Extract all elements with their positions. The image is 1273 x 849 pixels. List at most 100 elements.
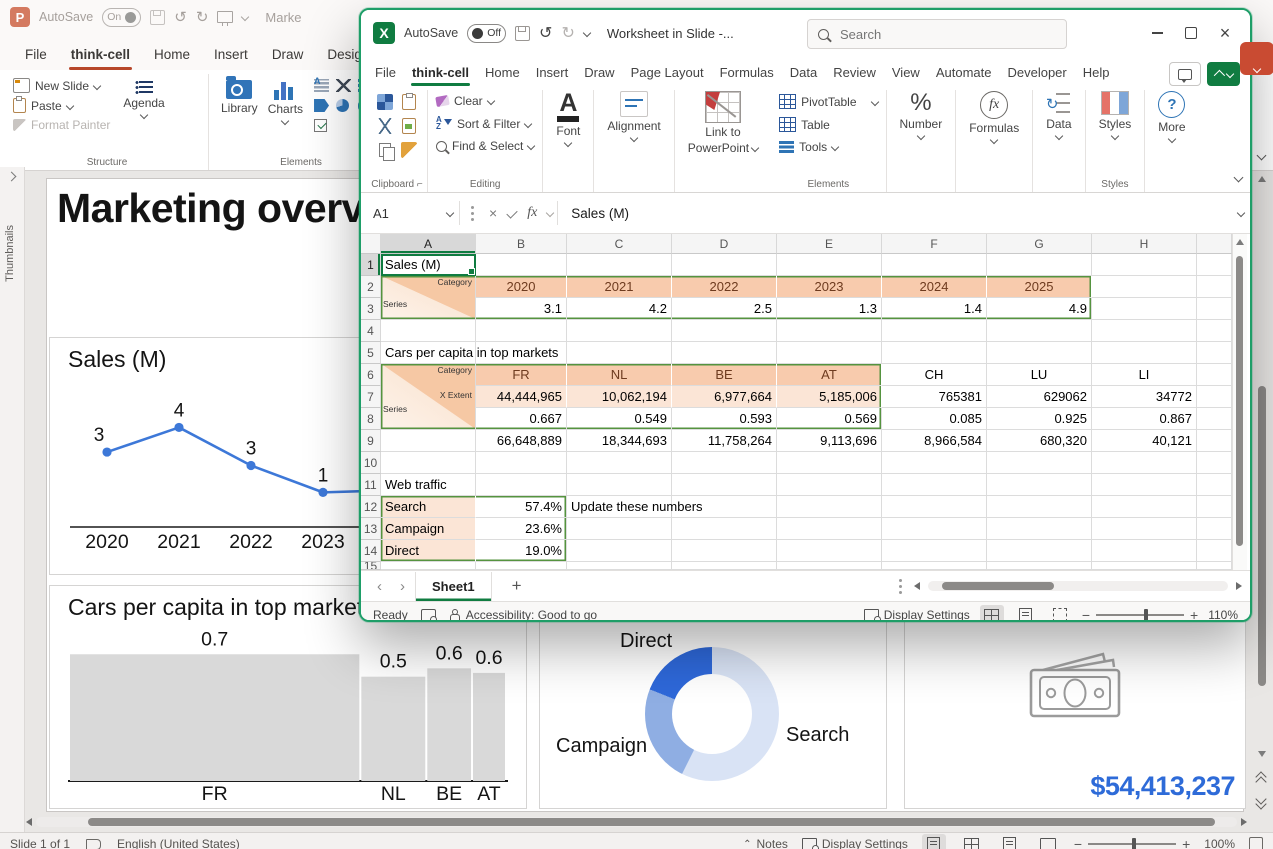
sheetbar-menu-icon[interactable] (899, 585, 902, 588)
column-header-F[interactable]: F (882, 234, 987, 254)
tab-insert[interactable]: Insert (203, 39, 259, 70)
cell-D2[interactable]: 2022 (672, 276, 777, 298)
format-painter-icon[interactable] (401, 142, 417, 158)
tab-formulas[interactable]: Formulas (712, 59, 782, 86)
cell-H14[interactable] (1092, 540, 1197, 562)
cell-F12[interactable] (882, 496, 987, 518)
cell-F2[interactable]: 2024 (882, 276, 987, 298)
ppt-vertical-scrollbar[interactable] (1254, 172, 1270, 831)
quick-access-chevron-icon[interactable] (241, 13, 249, 21)
tab-page-layout[interactable]: Page Layout (623, 59, 712, 86)
cell-C11[interactable] (567, 474, 672, 496)
cell-C13[interactable] (567, 518, 672, 540)
cell-H1[interactable] (1092, 254, 1197, 276)
cell-E4[interactable] (777, 320, 882, 342)
paste-icon[interactable] (402, 94, 416, 110)
styles-button[interactable]: Styles (1094, 91, 1137, 139)
grid-vertical-scrollbar[interactable] (1232, 234, 1247, 570)
cell-H4[interactable] (1092, 320, 1197, 342)
accessibility-status[interactable]: Accessibility: Good to go (449, 608, 597, 622)
format-painter-button[interactable]: Format Painter (13, 118, 110, 132)
previous-slide-button[interactable] (1257, 771, 1267, 785)
ppt-zoom-level[interactable]: 100% (1204, 837, 1235, 849)
undo-icon[interactable]: ↺ (174, 8, 187, 26)
xl-display-settings-button[interactable]: Display Settings (864, 608, 970, 622)
slideshow-icon[interactable] (217, 11, 233, 23)
cell-B9[interactable]: 66,648,889 (476, 430, 567, 452)
page-layout-view-button[interactable] (1014, 605, 1038, 622)
cell-H6[interactable]: LI (1092, 364, 1197, 386)
ppt-share-button[interactable] (1240, 42, 1273, 75)
new-slide-button[interactable]: New Slide (13, 78, 110, 93)
fit-slide-icon[interactable] (1249, 837, 1263, 849)
redo-icon[interactable]: ↻ (196, 8, 209, 26)
cell-D8[interactable]: 0.593 (672, 408, 777, 430)
ppt-zoom-slider[interactable]: − + (1074, 836, 1190, 849)
previous-sheet-icon[interactable]: ‹ (369, 578, 390, 595)
cell-D10[interactable] (672, 452, 777, 474)
name-box[interactable]: A1 (367, 201, 460, 225)
pivottable-button[interactable]: PivotTable (779, 94, 877, 109)
xl-share-button[interactable] (1207, 62, 1240, 86)
slide-sorter-view-button[interactable] (960, 834, 984, 849)
row-header-9[interactable]: 9 (361, 430, 381, 452)
cell-F9[interactable]: 8,966,584 (882, 430, 987, 452)
tab-think-cell[interactable]: think-cell (60, 39, 141, 70)
cell-A13[interactable]: Campaign (381, 518, 476, 540)
cell-F11[interactable] (882, 474, 987, 496)
thumbnails-expand-icon[interactable] (7, 172, 17, 182)
cell-B13[interactable]: 23.6% (476, 518, 567, 540)
cell-G14[interactable] (987, 540, 1092, 562)
maximize-button[interactable] (1174, 18, 1208, 48)
cell-C5[interactable] (567, 342, 672, 364)
add-sheet-button[interactable]: + (494, 576, 540, 596)
tab-review[interactable]: Review (825, 59, 884, 86)
tab-data[interactable]: Data (782, 59, 825, 86)
slideshow-view-button[interactable] (1036, 834, 1060, 849)
cell-G6[interactable]: LU (987, 364, 1092, 386)
formulas-button[interactable]: fx Formulas (964, 91, 1024, 143)
sort-filter-button[interactable]: AZ Sort & Filter (436, 116, 534, 131)
sheet-scroll-left-icon[interactable] (914, 582, 920, 590)
tab-draw[interactable]: Draw (576, 59, 622, 86)
font-button[interactable]: A Font (551, 91, 585, 146)
cell-E5[interactable] (777, 342, 882, 364)
row-header-8[interactable]: 8 (361, 408, 381, 430)
notes-button[interactable]: ⌃Notes (743, 837, 788, 849)
cell-C4[interactable] (567, 320, 672, 342)
ppt-autosave-toggle[interactable]: On (102, 8, 141, 27)
cell-G4[interactable] (987, 320, 1092, 342)
cell-B7[interactable]: 44,444,965 (476, 386, 567, 408)
search-input[interactable] (838, 26, 1012, 43)
ppt-horizontal-scrollbar[interactable] (26, 815, 1247, 828)
cell-D3[interactable]: 2.5 (672, 298, 777, 320)
xl-undo-icon[interactable]: ↺ (539, 23, 552, 43)
sheet-horizontal-scrollbar[interactable] (928, 581, 1228, 591)
cell-C9[interactable]: 18,344,693 (567, 430, 672, 452)
cell-B3[interactable]: 3.1 (476, 298, 567, 320)
cell-B11[interactable] (476, 474, 567, 496)
cell-H5[interactable] (1092, 342, 1197, 364)
cell-A10[interactable] (381, 452, 476, 474)
cell-D14[interactable] (672, 540, 777, 562)
cell-E12[interactable] (777, 496, 882, 518)
cell-E1[interactable] (777, 254, 882, 276)
library-button[interactable]: Library (216, 76, 263, 156)
normal-view-button[interactable] (922, 834, 946, 849)
link-to-powerpoint-button[interactable]: Link to PowerPoint (683, 91, 763, 155)
agenda-button[interactable]: Agenda (118, 76, 169, 156)
cell-A11[interactable]: Web traffic (381, 474, 476, 496)
cell-G2[interactable]: 2025 (987, 276, 1092, 298)
language-indicator[interactable]: English (United States) (117, 837, 240, 849)
cell-G13[interactable] (987, 518, 1092, 540)
cell-H15[interactable] (1092, 562, 1197, 570)
alignment-button[interactable]: Alignment (602, 91, 665, 141)
cell-B10[interactable] (476, 452, 567, 474)
cell-B15[interactable] (476, 562, 567, 570)
row-header-5[interactable]: 5 (361, 342, 381, 364)
cell-E11[interactable] (777, 474, 882, 496)
cell-A12[interactable]: Search (381, 496, 476, 518)
cell-C6[interactable]: NL (567, 364, 672, 386)
ppt-ribbon-collapse-icon[interactable] (1258, 146, 1265, 164)
cell-H2[interactable] (1092, 276, 1197, 298)
